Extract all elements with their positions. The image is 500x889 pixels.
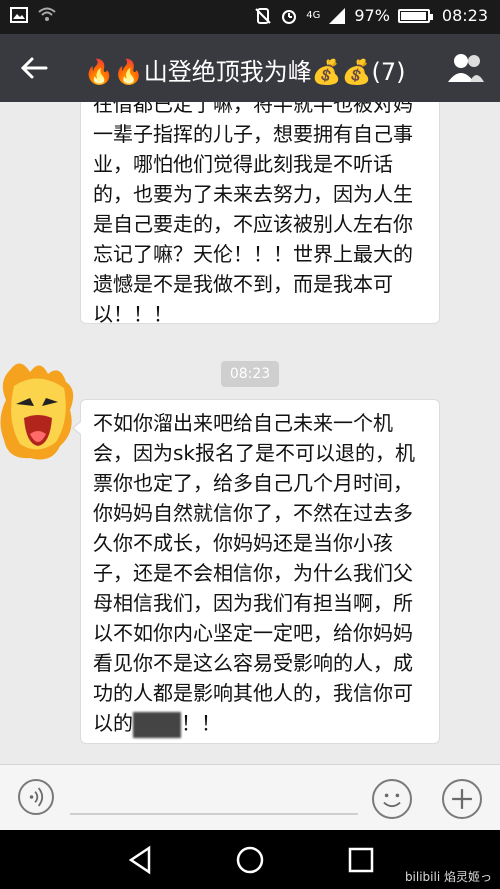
message-text: 在借都已定了嘛，将半就半也被对妈一辈子指挥的儿子，想要拥有自己事业，哪怕他们觉得… xyxy=(93,102,413,326)
nav-recents-icon[interactable] xyxy=(345,844,377,876)
watermark: bilibili 焰灵姬っ xyxy=(404,870,492,884)
message-timestamp: 08:23 xyxy=(221,361,279,387)
message-text-ending: ！！ xyxy=(181,711,221,735)
status-time: 08:23 xyxy=(441,6,488,25)
message-bubble[interactable]: 不如你溜出来吧给自己未来一个机会，因为sk报名了是不可以退的，机票你也定了，给多… xyxy=(72,399,440,744)
plus-icon[interactable] xyxy=(442,779,482,819)
message-bubble[interactable]: 在借都已定了嘛，将半就半也被对妈一辈子指挥的儿子，想要拥有自己事业，哪怕他们觉得… xyxy=(80,102,440,326)
redacted-block xyxy=(133,711,181,738)
chat-title: 🔥🔥山登绝顶我为峰💰💰(7) xyxy=(84,58,406,86)
back-arrow-icon[interactable] xyxy=(18,51,52,85)
group-members-icon[interactable] xyxy=(446,50,486,86)
message-text-body: 不如你溜出来吧给自己未来一个机会，因为sk报名了是不可以退的，机票你也定了，给多… xyxy=(93,411,416,735)
network-label: 4G xyxy=(306,10,321,21)
silent-icon xyxy=(255,7,271,24)
alarm-icon xyxy=(282,9,297,24)
chat-header: 🔥🔥山登绝顶我为峰💰💰(7) xyxy=(0,34,500,102)
message-input[interactable] xyxy=(70,785,358,815)
wifi-icon xyxy=(38,7,56,21)
battery-icon xyxy=(397,8,433,23)
sender-avatar[interactable] xyxy=(0,360,78,470)
emoji-icon[interactable] xyxy=(372,779,412,819)
voice-icon[interactable] xyxy=(18,779,54,815)
nav-home-icon[interactable] xyxy=(234,844,266,876)
signal-icon xyxy=(329,7,346,24)
message-text: 不如你溜出来吧给自己未来一个机会，因为sk报名了是不可以退的，机票你也定了，给多… xyxy=(93,408,427,738)
system-nav-bar: bilibili 焰灵姬っ xyxy=(0,830,500,889)
battery-level xyxy=(400,11,426,20)
photo-icon xyxy=(10,7,28,23)
input-bar xyxy=(0,764,500,830)
nav-back-icon[interactable] xyxy=(125,844,157,876)
status-bar: 4G 97% 08:23 xyxy=(0,0,500,34)
chat-area[interactable]: 在借都已定了嘛，将半就半也被对妈一辈子指挥的儿子，想要拥有自己事业，哪怕他们觉得… xyxy=(0,102,500,764)
battery-percent: 97% xyxy=(354,6,390,25)
